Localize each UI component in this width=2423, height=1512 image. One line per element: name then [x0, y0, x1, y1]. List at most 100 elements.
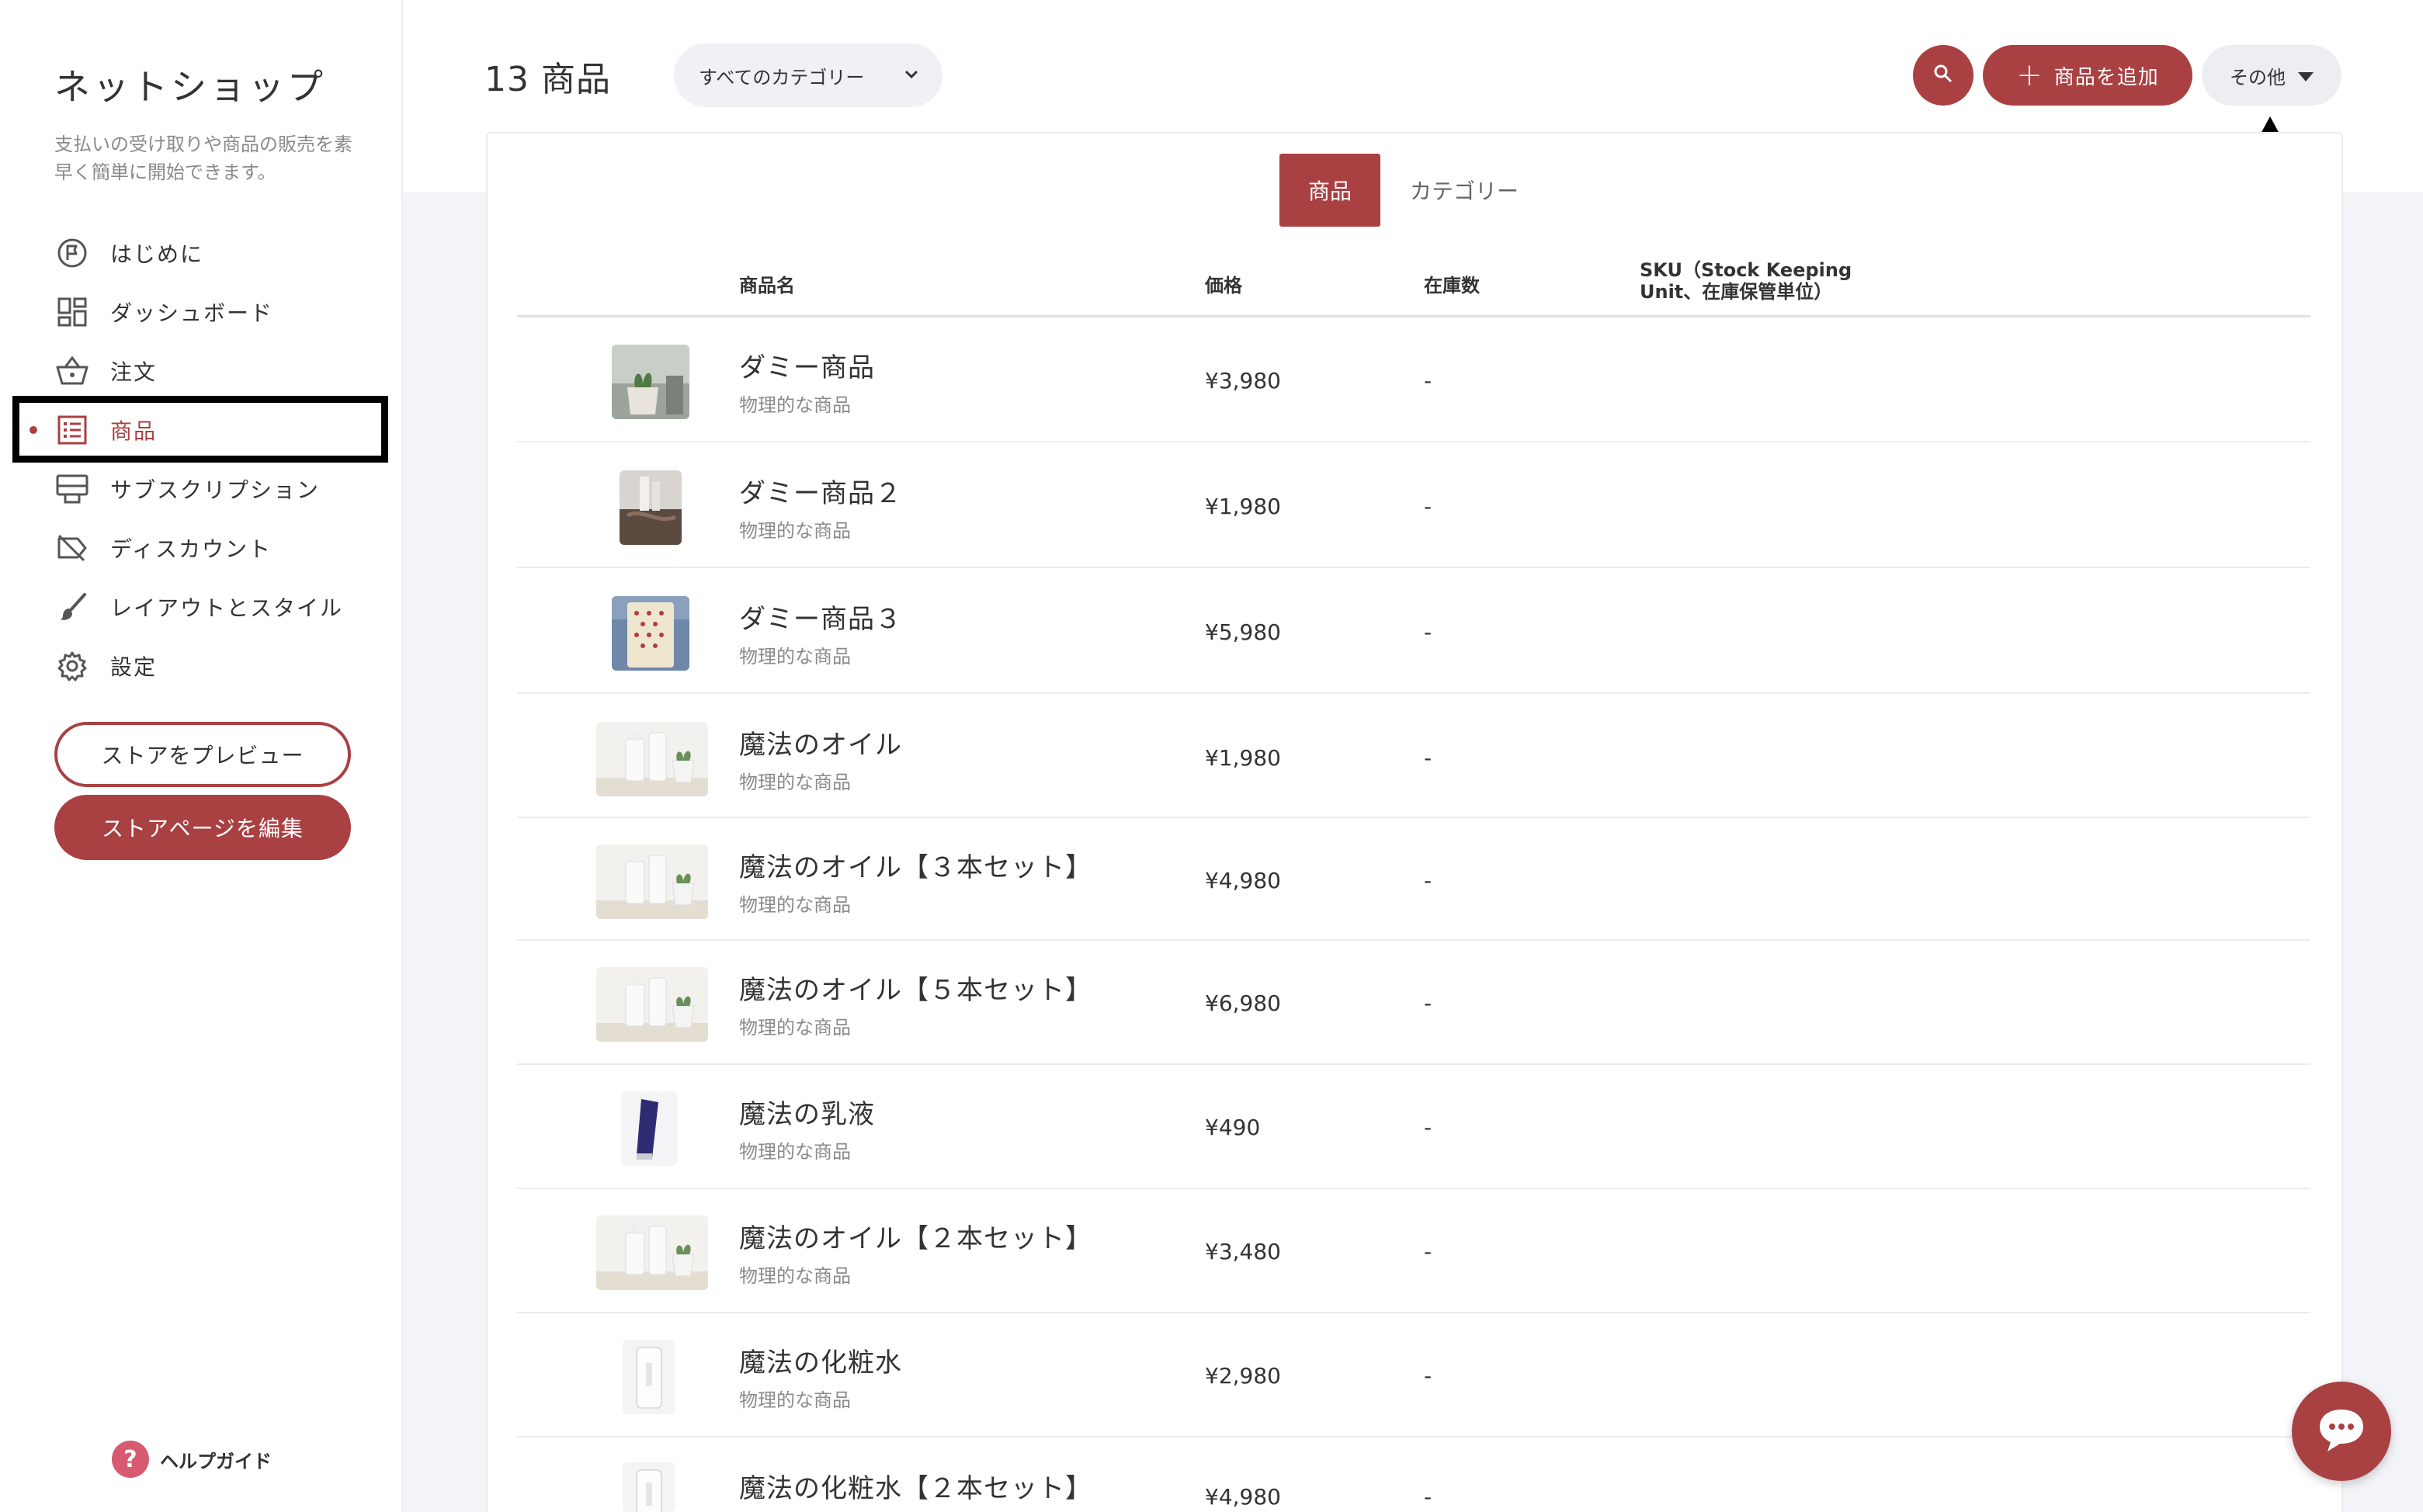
product-thumbnail [623, 1340, 675, 1414]
sidebar-item-label: レイアウトとスタイル [110, 595, 344, 621]
sidebar-item-label: ディスカウント [110, 536, 273, 562]
product-price: ¥2,980 [1205, 1363, 1281, 1389]
sidebar-item-label: サブスクリプション [110, 477, 321, 503]
table-row[interactable]: ダミー商品２ 物理的な商品 ¥1,980 - [517, 444, 2310, 568]
sidebar-item-dashboard[interactable]: ダッシュボード [0, 283, 403, 342]
product-stock: - [1424, 619, 1432, 645]
product-type: 物理的な商品 [739, 1017, 851, 1039]
product-stock: - [1424, 368, 1432, 394]
product-name: 魔法のオイル【３本セット】 [739, 852, 1092, 883]
product-price: ¥4,980 [1205, 1484, 1281, 1510]
table-row[interactable]: 魔法の乳液 物理的な商品 ¥490 - [517, 1065, 2310, 1189]
tab-categories[interactable]: カテゴリー [1402, 154, 1526, 227]
product-thumbnail [612, 596, 689, 671]
product-stock: - [1424, 1484, 1432, 1510]
add-product-button[interactable]: + 商品を追加 [1983, 45, 2192, 106]
plus-icon: + [2016, 57, 2043, 93]
product-count: 13 商品 [484, 60, 611, 99]
product-name: 魔法のオイル【２本セット】 [739, 1223, 1092, 1254]
product-type: 物理的な商品 [739, 1389, 851, 1411]
chevron-down-icon [902, 65, 921, 88]
product-name: 魔法のオイル [739, 730, 902, 761]
product-name: ダミー商品３ [739, 604, 902, 635]
product-price: ¥5,980 [1205, 619, 1281, 645]
help-icon: ? [112, 1441, 149, 1478]
product-type: 物理的な商品 [739, 772, 851, 793]
table-row[interactable]: ダミー商品３ 物理的な商品 ¥5,980 - [517, 570, 2310, 694]
header-sku: SKU（Stock Keeping Unit、在庫保管単位） [1640, 259, 1852, 303]
product-type: 物理的な商品 [739, 1265, 851, 1287]
product-thumbnail [612, 345, 689, 419]
help-guide-label: ヘルプガイド [160, 1450, 272, 1472]
product-thumbnail [621, 1091, 677, 1166]
shop-title: ネットショップ [54, 66, 326, 108]
table-row[interactable]: 魔法の化粧水【２本セット】 ¥4,980 - [517, 1439, 2310, 1512]
product-price: ¥1,980 [1205, 494, 1281, 519]
product-name: 魔法の化粧水【２本セット】 [739, 1473, 1092, 1504]
product-stock: - [1424, 1115, 1432, 1140]
product-stock: - [1424, 494, 1432, 519]
chat-bubble-icon [2317, 1406, 2366, 1456]
highlight-annotation-box [12, 396, 388, 463]
product-price: ¥3,480 [1205, 1239, 1281, 1264]
sidebar-item-discounts[interactable]: ディスカウント [0, 518, 403, 577]
product-name: ダミー商品２ [739, 478, 902, 509]
product-type: 物理的な商品 [739, 394, 851, 416]
search-button[interactable] [1913, 45, 1973, 106]
product-price: ¥3,980 [1205, 368, 1281, 394]
subscription-icon [56, 473, 89, 505]
product-name: 魔法のオイル【５本セット】 [739, 975, 1092, 1006]
table-row[interactable]: 魔法のオイル【２本セット】 物理的な商品 ¥3,480 - [517, 1189, 2310, 1313]
more-label: その他 [2230, 66, 2286, 88]
sidebar-item-orders[interactable]: 注文 [0, 342, 403, 401]
product-type: 物理的な商品 [739, 646, 851, 668]
product-type: 物理的な商品 [739, 1141, 851, 1163]
product-price: ¥4,980 [1205, 868, 1281, 893]
product-price: ¥1,980 [1205, 745, 1281, 771]
product-stock: - [1424, 868, 1432, 893]
add-product-label: 商品を追加 [2053, 65, 2159, 89]
category-select[interactable]: すべてのカテゴリー [674, 43, 942, 107]
sidebar-item-label: ダッシュボード [110, 300, 274, 326]
sidebar-item-settings[interactable]: 設定 [0, 636, 403, 695]
brush-icon [56, 591, 89, 623]
gear-icon [56, 650, 89, 682]
product-thumbnail [596, 1215, 708, 1290]
chat-button[interactable] [2292, 1382, 2391, 1481]
sidebar-item-layout-style[interactable]: レイアウトとスタイル [0, 577, 403, 636]
product-stock: - [1424, 1239, 1432, 1264]
product-type: 物理的な商品 [739, 520, 851, 542]
search-icon [1933, 64, 1953, 87]
sidebar: ネットショップ 支払いの受け取りや商品の販売を素早く簡単に開始できます。 はじめ… [0, 0, 403, 1512]
category-select-value: すべてのカテゴリー [699, 66, 865, 88]
product-stock: - [1424, 990, 1432, 1016]
table-row[interactable]: 魔法のオイル 物理的な商品 ¥1,980 - [517, 695, 2310, 818]
shop-description: 支払いの受け取りや商品の販売を素早く簡単に開始できます。 [54, 134, 352, 183]
table-row[interactable]: ダミー商品 物理的な商品 ¥3,980 - [517, 318, 2310, 442]
product-thumbnail [596, 844, 708, 919]
header-product-name: 商品名 [739, 275, 795, 297]
preview-store-button[interactable]: ストアをプレビュー [54, 722, 351, 787]
basket-icon [56, 355, 89, 387]
flag-icon [56, 237, 89, 269]
sidebar-item-subscriptions[interactable]: サブスクリプション [0, 459, 403, 518]
header-stock: 在庫数 [1424, 275, 1480, 297]
table-header-divider [517, 315, 2310, 317]
product-thumbnail [620, 470, 682, 545]
caret-down-icon [2298, 64, 2314, 86]
sidebar-item-label: はじめに [110, 241, 204, 267]
table-row[interactable]: 魔法のオイル【３本セット】 物理的な商品 ¥4,980 - [517, 818, 2310, 941]
table-row[interactable]: 魔法のオイル【５本セット】 物理的な商品 ¥6,980 - [517, 941, 2310, 1065]
product-name: 魔法の乳液 [739, 1099, 875, 1130]
product-price: ¥6,980 [1205, 990, 1281, 1016]
edit-store-page-button[interactable]: ストアページを編集 [54, 795, 351, 860]
tab-products[interactable]: 商品 [1279, 154, 1380, 227]
table-row[interactable]: 魔法の化粧水 物理的な商品 ¥2,980 - [517, 1313, 2310, 1437]
sidebar-item-label: 注文 [110, 359, 158, 385]
product-name: 魔法の化粧水 [739, 1347, 902, 1378]
sidebar-item-getting-started[interactable]: はじめに [0, 224, 403, 283]
help-guide-link[interactable]: ? ヘルプガイド [112, 1441, 272, 1478]
header-price: 価格 [1205, 275, 1242, 297]
dashboard-icon [56, 296, 89, 328]
more-button[interactable]: その他 [2202, 45, 2341, 106]
